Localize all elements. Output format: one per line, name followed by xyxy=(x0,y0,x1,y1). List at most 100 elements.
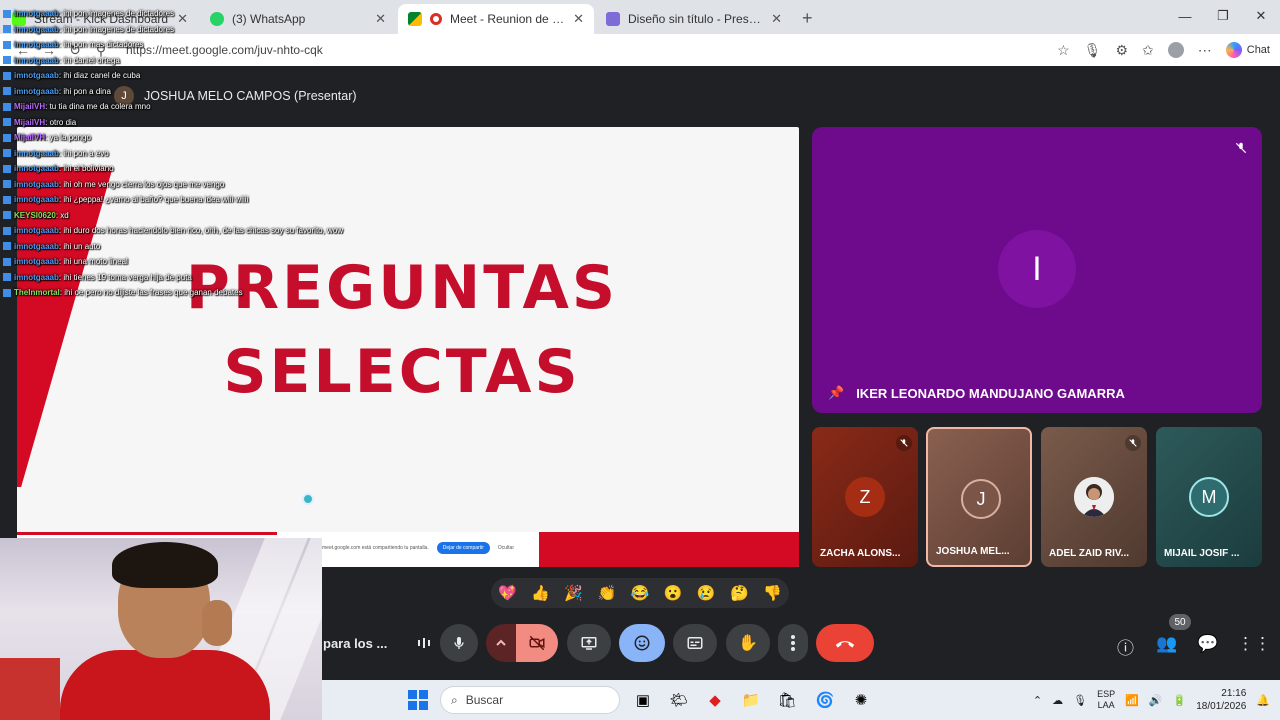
captions-button[interactable] xyxy=(673,624,717,662)
participant-name: JOSHUA MEL... xyxy=(936,546,1010,557)
battery-icon[interactable]: 🔋 xyxy=(1173,694,1187,707)
camera-off-button[interactable] xyxy=(516,624,558,662)
address-actions: ☆ 🎙 ⚙ ✩ ⋯ Chat xyxy=(1057,34,1270,66)
stop-sharing-button[interactable]: Dejar de compartir xyxy=(436,542,490,554)
close-tab-icon[interactable]: ✕ xyxy=(573,11,584,27)
participant-tile[interactable]: M MIJAIL JOSIF ... xyxy=(1156,427,1262,567)
pin-icon[interactable]: 📌 xyxy=(828,385,844,401)
participant-name: ZACHA ALONS... xyxy=(820,548,901,559)
participant-avatar: I xyxy=(998,230,1076,308)
footer-red-bar xyxy=(17,532,277,535)
tab-meet[interactable]: Meet - Reunion de presentaci ✕ xyxy=(398,4,594,34)
reaction-surprised-button[interactable]: 😮 xyxy=(664,584,683,602)
task-view-icon[interactable]: ▣ xyxy=(632,689,654,711)
notifications-icon[interactable]: 🔔 xyxy=(1256,694,1270,707)
participant-tile[interactable]: ADEL ZAID RIV... xyxy=(1041,427,1147,567)
reaction-sad-button[interactable]: 😢 xyxy=(697,584,716,602)
participant-tile[interactable]: Z ZACHA ALONS... xyxy=(812,427,918,567)
reaction-laugh-button[interactable]: 😂 xyxy=(631,584,650,602)
file-explorer-icon[interactable]: 📁 xyxy=(740,689,762,711)
volume-icon[interactable]: 🔊 xyxy=(1149,694,1163,707)
reaction-heart-button[interactable]: 💖 xyxy=(498,584,517,602)
mic-off-icon xyxy=(1232,139,1250,157)
taskbar-search-box[interactable]: ⌕ Buscar xyxy=(440,686,620,714)
tab-whatsapp[interactable]: (3) WhatsApp ✕ xyxy=(200,4,396,34)
reaction-thumbs-up-button[interactable]: 👍 xyxy=(531,584,550,602)
emoji-reactions-button[interactable] xyxy=(619,624,665,662)
bookmark-star-icon[interactable]: ☆ xyxy=(1057,42,1070,59)
app-tray-icon[interactable]: ☁ xyxy=(1052,694,1063,707)
reactions-bar: 💖 👍 🎉 👏 😂 😮 😢 🤔 👎 xyxy=(491,578,789,608)
tab-title: (3) WhatsApp xyxy=(232,12,306,26)
meeting-name[interactable]: para los ... xyxy=(323,636,387,651)
clock[interactable]: 21:16 18/01/2026 xyxy=(1196,687,1246,713)
forward-icon[interactable]: → xyxy=(36,42,62,58)
hand-icon: ✋ xyxy=(738,635,758,652)
participant-name: ADEL ZAID RIV... xyxy=(1049,548,1130,559)
reaction-thinking-button[interactable]: 🤔 xyxy=(730,584,749,602)
microphone-icon[interactable]: 🎙 xyxy=(1084,42,1102,59)
show-hidden-icons[interactable]: ⌃ xyxy=(1033,694,1042,707)
webcam-person-hair xyxy=(112,542,218,588)
meeting-info-icon[interactable]: ⓘ xyxy=(1117,634,1134,659)
mic-off-icon xyxy=(1125,435,1141,451)
microphone-button[interactable] xyxy=(440,624,478,662)
slide-title-line2: SELECTAS xyxy=(223,337,581,407)
new-tab-button[interactable]: + xyxy=(802,4,813,34)
mic-off-icon xyxy=(896,435,912,451)
copilot-chat-button[interactable]: Chat xyxy=(1225,42,1270,58)
activities-icon[interactable]: ⋮⋮ xyxy=(1237,634,1271,654)
menu-icon[interactable]: ⋯ xyxy=(1198,42,1212,59)
pinned-participant-tile[interactable]: I 📌 IKER LEONARDO MANDUJANO GAMARRA xyxy=(812,127,1262,413)
minimize-button[interactable]: — xyxy=(1166,0,1204,32)
more-options-button[interactable] xyxy=(778,624,808,662)
chat-icon[interactable]: 💬 xyxy=(1197,634,1218,654)
tab-kick[interactable]: Stream - Kick Dashboard ✕ xyxy=(2,4,198,34)
participant-count-badge: 50 xyxy=(1169,614,1191,630)
camera-options-button[interactable] xyxy=(486,624,516,662)
widget-icon[interactable]: 🌤 xyxy=(668,689,690,711)
wifi-icon[interactable]: 📶 xyxy=(1125,694,1139,707)
search-icon: ⌕ xyxy=(451,692,458,707)
close-tab-icon[interactable]: ✕ xyxy=(177,11,188,27)
slide-decoration xyxy=(17,167,113,487)
store-icon[interactable]: 🛍 xyxy=(776,689,798,711)
close-window-button[interactable]: ✕ xyxy=(1242,0,1280,32)
close-tab-icon[interactable]: ✕ xyxy=(771,11,782,27)
present-screen-button[interactable] xyxy=(567,624,611,662)
reaction-thumbs-down-button[interactable]: 👎 xyxy=(763,584,782,602)
leave-call-button[interactable] xyxy=(816,624,874,662)
favorites-icon[interactable]: ✩ xyxy=(1142,42,1154,59)
microphone-tray-icon[interactable]: 🎙 xyxy=(1073,694,1087,707)
app-icon[interactable]: ◆ xyxy=(704,689,726,711)
maximize-button[interactable]: ❐ xyxy=(1204,0,1242,32)
openai-icon[interactable]: ✺ xyxy=(850,689,872,711)
url-field[interactable]: https://meet.google.com/juv-nhto-cqk xyxy=(126,43,323,57)
whatsapp-icon xyxy=(210,12,224,26)
reaction-party-button[interactable]: 🎉 xyxy=(564,584,583,602)
chat-label: Chat xyxy=(1246,44,1270,56)
windows-start-icon[interactable] xyxy=(408,690,428,710)
language-indicator[interactable]: ESP LAA xyxy=(1097,689,1115,711)
tab-title: Meet - Reunion de presentaci xyxy=(450,12,565,26)
kick-icon xyxy=(12,12,26,26)
keyboard-layout: LAA xyxy=(1097,700,1115,710)
webcam-person-hand xyxy=(202,600,232,646)
hide-notice-button[interactable]: Ocultar xyxy=(498,545,514,551)
close-tab-icon[interactable]: ✕ xyxy=(375,11,386,27)
back-icon[interactable]: ← xyxy=(10,42,36,58)
reload-icon[interactable]: ↻ xyxy=(62,42,88,59)
people-icon[interactable]: 👥 xyxy=(1156,634,1177,654)
reaction-clap-button[interactable]: 👏 xyxy=(598,584,617,602)
participant-tile[interactable]: J JOSHUA MEL... xyxy=(926,427,1032,567)
raise-hand-button[interactable]: ✋ xyxy=(726,624,770,662)
search-placeholder: Buscar xyxy=(465,693,504,707)
site-info-icon[interactable]: ⚲ xyxy=(88,42,114,59)
tab-canva[interactable]: Diseño sin título - Presentación ✕ xyxy=(596,4,792,34)
profile-avatar[interactable] xyxy=(1167,42,1184,58)
extensions-icon[interactable]: ⚙ xyxy=(1115,42,1128,59)
edge-icon[interactable]: 🌀 xyxy=(814,689,836,711)
recording-icon xyxy=(430,13,442,25)
participant-photo xyxy=(1074,477,1114,517)
windows-taskbar: ⌕ Buscar ▣ 🌤 ◆ 📁 🛍 🌀 ✺ ⌃ ☁ 🎙 ESP LAA 📶 🔊… xyxy=(322,680,1280,720)
